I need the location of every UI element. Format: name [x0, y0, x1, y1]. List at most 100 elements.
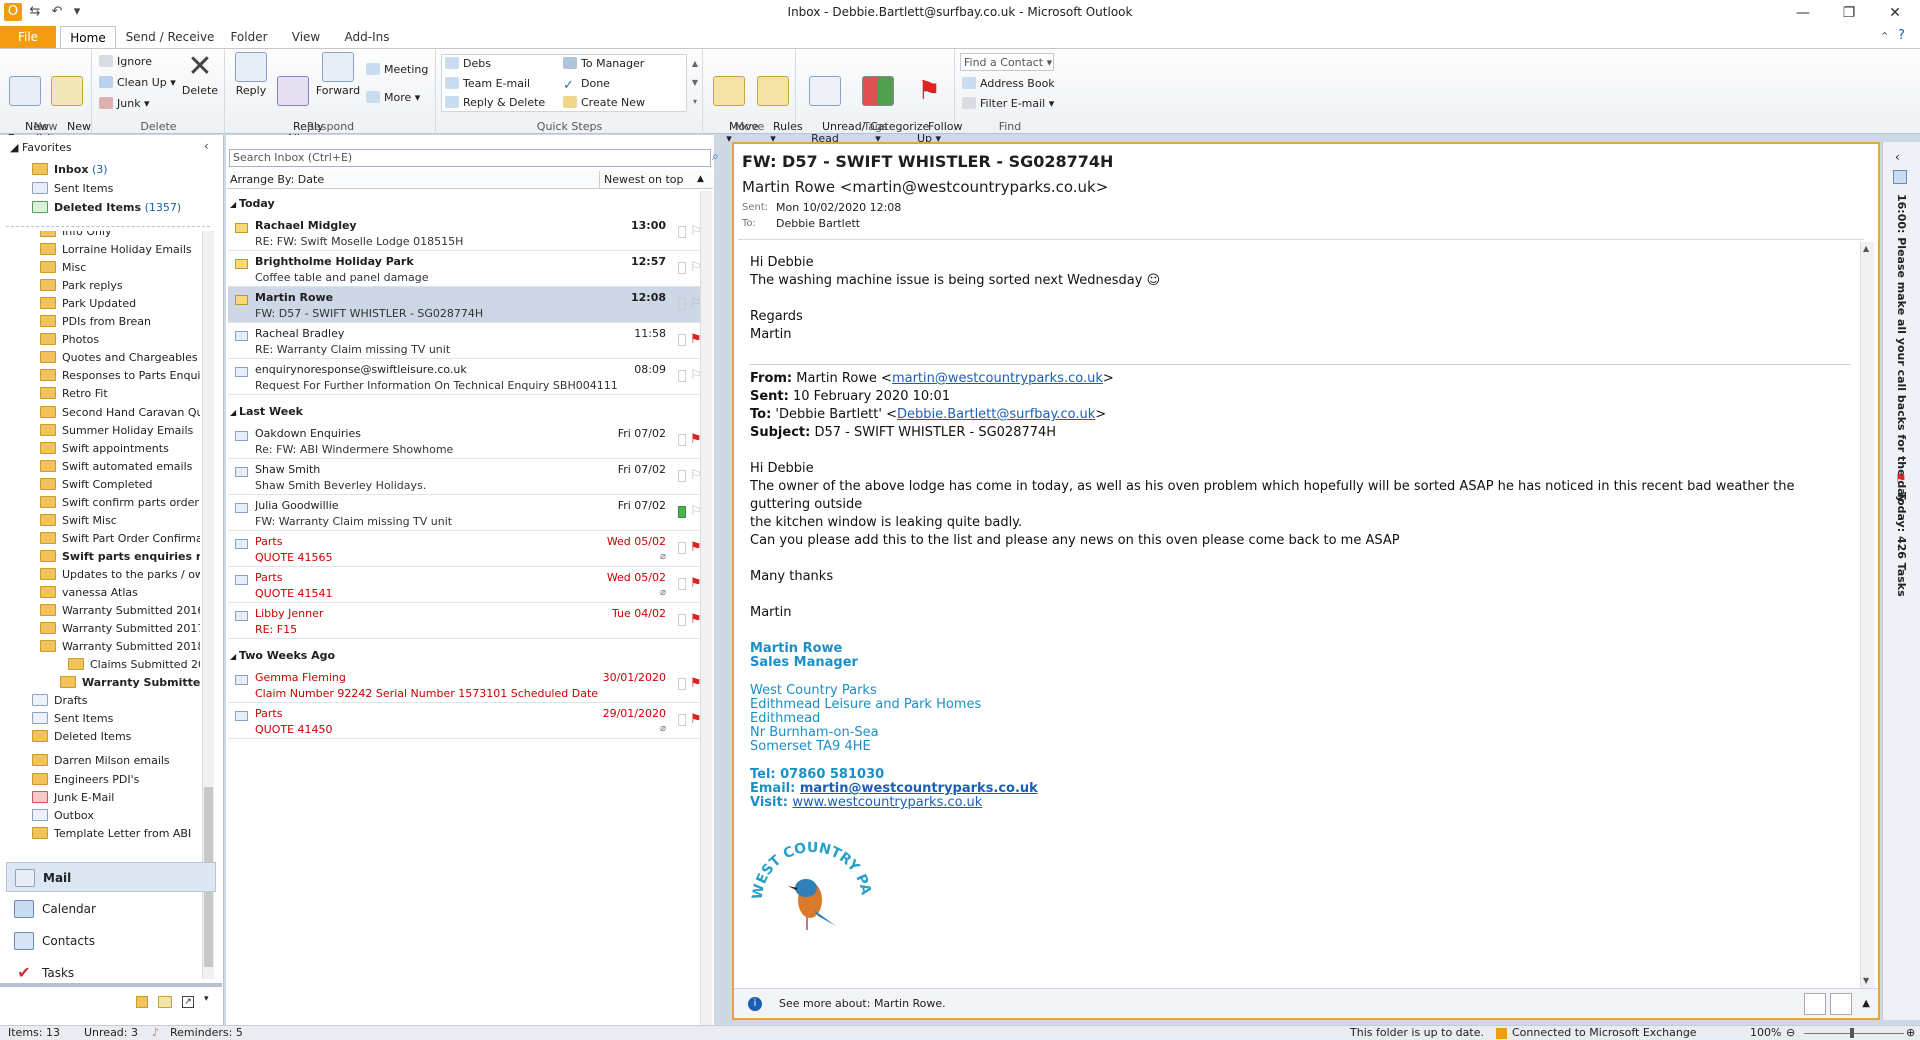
- quickstep-debs[interactable]: Debs: [445, 55, 491, 73]
- expand-people-pane-icon[interactable]: ▲: [1862, 989, 1870, 1019]
- category-box[interactable]: [678, 578, 686, 590]
- message-item[interactable]: Julia Goodwillie FW: Warranty Claim missi…: [228, 495, 712, 531]
- message-item[interactable]: Gemma Fleming Claim Number 92242 Serial N…: [228, 667, 712, 703]
- folder-item[interactable]: Darren Milson emails: [32, 752, 200, 770]
- nav-contacts[interactable]: Contacts: [6, 926, 216, 956]
- person-avatar-icon[interactable]: [1804, 993, 1826, 1015]
- folder-item[interactable]: Swift automated emails: [40, 458, 200, 476]
- nav-calendar[interactable]: Calendar: [6, 894, 216, 924]
- message-item[interactable]: Libby Jenner RE: F15 Tue 04/02 ⚑: [228, 603, 712, 639]
- folder-item[interactable]: vanessa Atlas: [40, 584, 200, 602]
- folder-item[interactable]: Summer Holiday Emails: [40, 422, 200, 440]
- message-item[interactable]: Oakdown Enquiries Re: FW: ABI Windermere …: [228, 423, 712, 459]
- tab-home[interactable]: Home: [60, 26, 116, 48]
- folder-item[interactable]: Outbox: [32, 807, 200, 825]
- find-contact-box[interactable]: Find a Contact ▾: [960, 53, 1054, 71]
- restore-icon[interactable]: ❐: [1826, 0, 1872, 26]
- to-value[interactable]: Debbie Bartlett: [776, 217, 860, 230]
- person-avatar-icon[interactable]: [1830, 993, 1852, 1015]
- folder-item[interactable]: Quotes and Chargeables: [40, 349, 200, 367]
- folder-item[interactable]: Sent Items: [32, 710, 200, 728]
- category-box[interactable]: [678, 542, 686, 554]
- collapse-group-icon[interactable]: ◢: [230, 200, 239, 209]
- folder-item[interactable]: Swift confirm parts order: [40, 494, 200, 512]
- filter-email-button[interactable]: Filter E-mail ▾: [962, 95, 1054, 113]
- address-book-button[interactable]: Address Book: [962, 75, 1055, 93]
- folder-item[interactable]: ▷Lorraine Holiday Emails: [40, 241, 200, 259]
- quickstep-team-email[interactable]: Team E-mail: [445, 75, 530, 93]
- notes-icon[interactable]: [136, 996, 148, 1008]
- message-item[interactable]: Parts QUOTE 41565 Wed 05/02 ⚑ ⌀: [228, 531, 712, 567]
- category-box[interactable]: [678, 298, 686, 310]
- nav-mail[interactable]: Mail: [6, 862, 216, 892]
- zoom-in-icon[interactable]: ⊕: [1906, 1026, 1915, 1040]
- tab-send-receive[interactable]: Send / Receive: [122, 26, 218, 48]
- todo-appointment[interactable]: 16:00: Please make all your call backs f…: [1895, 194, 1908, 503]
- folder-item[interactable]: ▷Retro Fit: [40, 385, 200, 403]
- zoom-slider-thumb[interactable]: [1850, 1028, 1854, 1038]
- collapse-group-icon[interactable]: ◢: [230, 408, 239, 417]
- folder-item[interactable]: Swift Misc: [40, 512, 200, 530]
- fav-inbox[interactable]: Inbox (3): [32, 161, 232, 179]
- reading-scrollbar[interactable]: ▲ ▼: [1860, 242, 1874, 990]
- more-button[interactable]: More ▾: [366, 89, 420, 107]
- folder-item[interactable]: ▷Warranty Submitted 2016: [40, 602, 200, 620]
- group-header[interactable]: ◢ Today: [230, 195, 275, 213]
- folder-item[interactable]: Engineers PDI's: [32, 771, 200, 789]
- delete-button[interactable]: ✕ Delete: [179, 52, 221, 97]
- quick-steps-scroll-icon[interactable]: ▲ ▼ ▾: [689, 54, 701, 112]
- message-item[interactable]: Parts QUOTE 41450 29/01/2020 ⚑ ⌀: [228, 703, 712, 739]
- signature-website-link[interactable]: www.westcountryparks.co.uk: [792, 795, 982, 810]
- fav-sent-items[interactable]: Sent Items: [32, 180, 232, 198]
- category-box[interactable]: [678, 434, 686, 446]
- forward-button[interactable]: Forward: [314, 52, 362, 97]
- message-item[interactable]: Racheal Bradley RE: Warranty Claim missin…: [228, 323, 712, 359]
- message-item[interactable]: enquirynoresponse@swiftleisure.co.uk Requ…: [228, 359, 712, 395]
- todo-tasks[interactable]: Today: 426 Tasks: [1895, 492, 1908, 597]
- fav-deleted-items[interactable]: Deleted Items (1357): [32, 199, 232, 217]
- message-item[interactable]: Martin Rowe FW: D57 - SWIFT WHISTLER - SG…: [228, 287, 712, 323]
- quickstep-done[interactable]: ✓ Done: [563, 75, 610, 93]
- nav-tasks[interactable]: ✔ Tasks: [6, 958, 216, 988]
- zoom-level[interactable]: 100%: [1750, 1026, 1781, 1040]
- minimize-icon[interactable]: —: [1780, 0, 1826, 26]
- quickstep-to-manager[interactable]: To Manager: [563, 55, 644, 73]
- message-item[interactable]: Shaw Smith Shaw Smith Beverley Holidays. F…: [228, 459, 712, 495]
- tab-file[interactable]: File: [0, 26, 56, 48]
- folder-item[interactable]: Info Only: [40, 231, 200, 241]
- folder-item[interactable]: Second Hand Caravan Que: [40, 404, 200, 422]
- zoom-out-icon[interactable]: ⊖: [1786, 1026, 1795, 1040]
- category-box[interactable]: [678, 614, 686, 626]
- quickstep-reply-delete[interactable]: Reply & Delete: [445, 94, 545, 112]
- people-pane-text[interactable]: See more about: Martin Rowe.: [779, 997, 946, 1010]
- folder-item[interactable]: Template Letter from ABI: [32, 825, 200, 843]
- folder-item[interactable]: ◢Warranty Submitted 2018: [40, 638, 200, 656]
- help-icon[interactable]: ?: [1898, 28, 1905, 43]
- zoom-slider[interactable]: [1804, 1033, 1904, 1034]
- status-reminders[interactable]: Reminders: 5: [170, 1026, 243, 1040]
- tab-add-ins[interactable]: Add-Ins: [336, 26, 398, 48]
- folder-item[interactable]: Swift parts enquiries replie: [40, 548, 200, 566]
- shortcuts-icon[interactable]: ↗: [182, 996, 194, 1008]
- folder-item[interactable]: Misc: [40, 259, 200, 277]
- folder-item[interactable]: ▷Warranty Submitted 2019: [60, 674, 200, 692]
- folder-item[interactable]: Swift Part Order Confirmati: [40, 530, 200, 548]
- meeting-button[interactable]: Meeting: [366, 61, 428, 79]
- configure-buttons-icon[interactable]: ▾: [204, 994, 209, 1004]
- search-icon[interactable]: ⌕: [712, 149, 719, 164]
- collapse-nav-icon[interactable]: ‹: [204, 139, 209, 153]
- fwd-to-email-link[interactable]: Debbie.Bartlett@surfbay.co.uk: [897, 407, 1095, 422]
- category-box[interactable]: [678, 226, 686, 238]
- scroll-down-icon[interactable]: ▼: [1863, 976, 1869, 985]
- ignore-button[interactable]: Ignore: [99, 53, 152, 71]
- ribbon-minimize-icon[interactable]: ⌃: [1880, 30, 1889, 43]
- folder-item[interactable]: Park Updated: [40, 295, 200, 313]
- folder-item[interactable]: ▷Deleted Items: [32, 728, 200, 746]
- folder-item[interactable]: Swift Completed: [40, 476, 200, 494]
- category-box[interactable]: [678, 370, 686, 382]
- fwd-from-email-link[interactable]: martin@westcountryparks.co.uk: [892, 371, 1103, 386]
- message-item[interactable]: Rachael Midgley RE: FW: Swift Moselle Lod…: [228, 215, 712, 251]
- group-header[interactable]: ◢ Two Weeks Ago: [230, 647, 335, 665]
- tab-folder[interactable]: Folder: [222, 26, 276, 48]
- folder-item[interactable]: Claims Submitted 2018: [68, 656, 200, 674]
